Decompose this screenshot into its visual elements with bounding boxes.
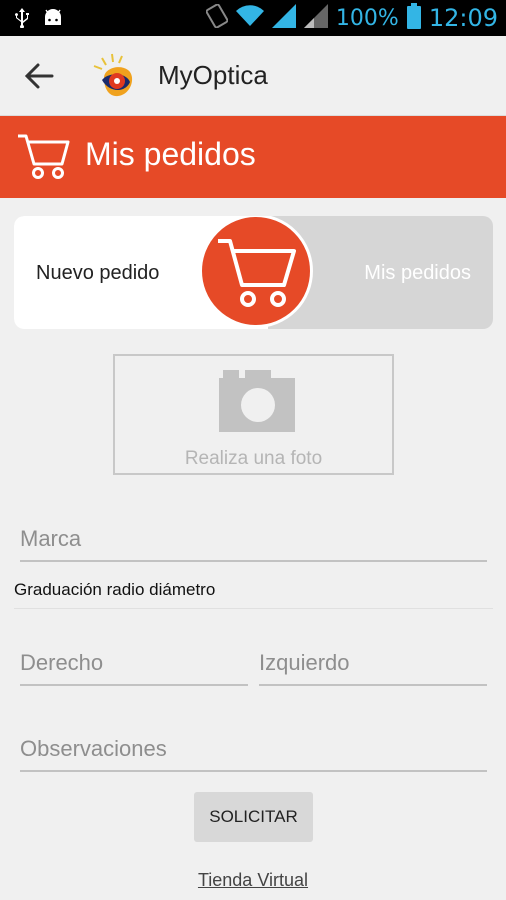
cart-icon: [218, 239, 296, 307]
usb-icon: [14, 8, 30, 33]
notification-icons: [14, 8, 64, 33]
right-eye-placeholder: Derecho: [20, 650, 104, 675]
cart-icon: [16, 130, 72, 182]
signal-icon: [271, 3, 296, 33]
sync-icon: [205, 3, 229, 33]
myoptica-logo-icon: [88, 50, 144, 106]
submit-button[interactable]: SOLICITAR: [194, 792, 313, 842]
app-title: MyOptica: [158, 60, 268, 90]
back-arrow-icon[interactable]: [22, 60, 58, 92]
brand-placeholder: Marca: [20, 526, 82, 551]
right-eye-field[interactable]: Derecho: [20, 640, 248, 686]
clock: 12:09: [428, 4, 498, 32]
wifi-icon: [235, 4, 264, 32]
signal-weak-icon: [303, 3, 328, 33]
toggle-knob[interactable]: [199, 216, 313, 328]
order-mode-toggle[interactable]: Nuevo pedido Mis pedidos: [14, 216, 493, 329]
battery-icon: [406, 2, 421, 34]
left-eye-field[interactable]: Izquierdo: [259, 640, 487, 686]
take-photo-button[interactable]: Realiza una foto: [113, 354, 394, 475]
battery-percent: 100%: [335, 5, 399, 31]
camera-icon: [219, 370, 295, 432]
action-bar: MyOptica: [0, 36, 506, 116]
page-header: Mis pedidos: [0, 116, 506, 198]
toggle-right-label[interactable]: Mis pedidos: [364, 262, 471, 285]
divider: [14, 608, 493, 609]
left-eye-placeholder: Izquierdo: [259, 650, 350, 675]
notes-field[interactable]: Observaciones: [20, 726, 487, 772]
page-title: Mis pedidos: [85, 136, 256, 172]
toggle-left-label: Nuevo pedido: [36, 262, 160, 284]
status-bar: 100% 12:09: [0, 0, 506, 36]
notes-placeholder: Observaciones: [20, 736, 167, 761]
store-link[interactable]: Tienda Virtual: [0, 870, 506, 891]
section-label: Graduación radio diámetro: [14, 580, 216, 599]
photo-label: Realiza una foto: [184, 448, 323, 469]
brand-field[interactable]: Marca: [20, 516, 487, 562]
android-icon: [42, 9, 64, 32]
